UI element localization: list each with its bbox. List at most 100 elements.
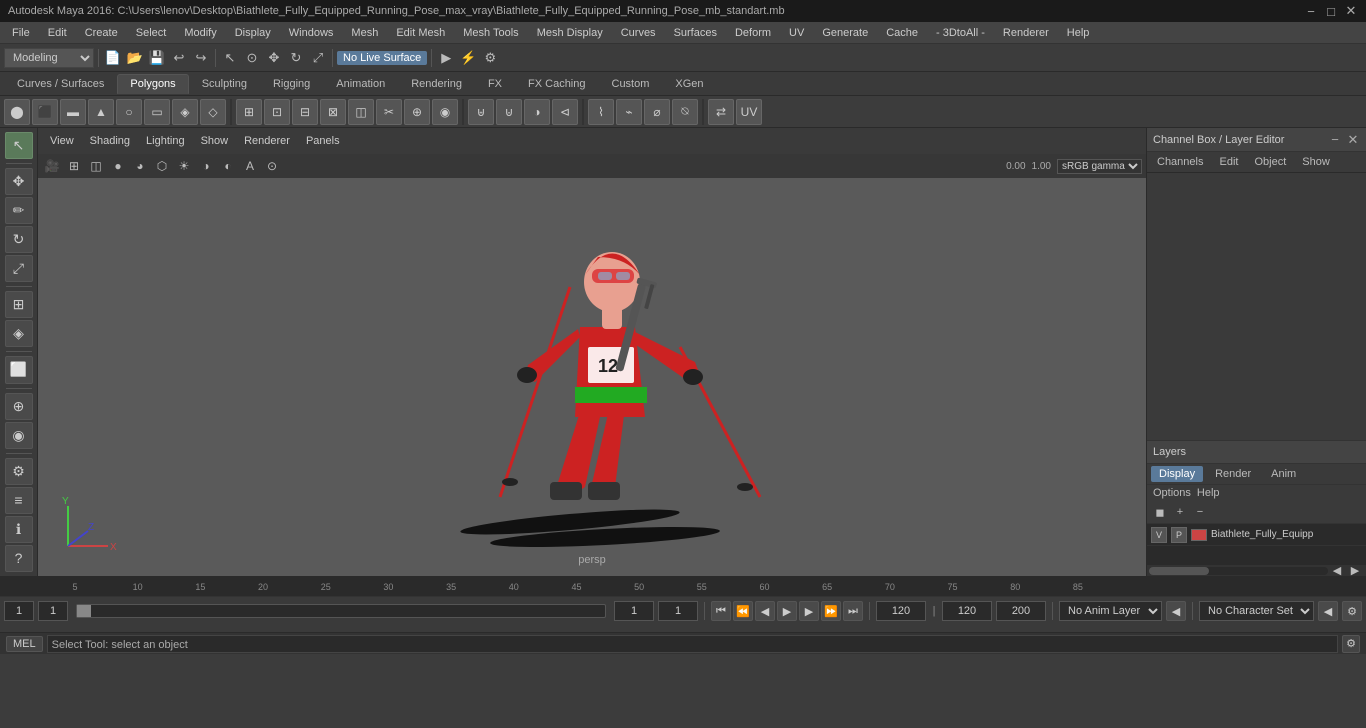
cb-tab-object[interactable]: Object: [1248, 154, 1292, 170]
tab-animation[interactable]: Animation: [323, 74, 398, 94]
menu-help[interactable]: Help: [1059, 25, 1098, 41]
menu-mesh[interactable]: Mesh: [343, 25, 386, 41]
shelf-uv[interactable]: UV: [736, 99, 762, 125]
shelf-deform4[interactable]: ⍉: [672, 99, 698, 125]
colorspace-dropdown[interactable]: sRGB gamma: [1057, 159, 1142, 174]
minimize-button[interactable]: −: [1304, 4, 1318, 18]
rotate-tool[interactable]: ↻: [5, 226, 33, 253]
vp-dof-icon[interactable]: ⊙: [262, 156, 282, 176]
scale-icon[interactable]: ⤢: [308, 48, 328, 68]
vp-wireframe-icon[interactable]: ◫: [86, 156, 106, 176]
play-thumb[interactable]: [77, 605, 91, 617]
shelf-bevel[interactable]: ⊡: [264, 99, 290, 125]
prev-frame-button[interactable]: ◀: [755, 601, 775, 621]
max-frame-field2[interactable]: [996, 601, 1046, 621]
cb-tab-channels[interactable]: Channels: [1151, 154, 1209, 170]
ipr-icon[interactable]: ⚡: [458, 48, 478, 68]
shelf-deform3[interactable]: ⌀: [644, 99, 670, 125]
vp-shadow-icon[interactable]: ◑: [196, 156, 216, 176]
cb-tab-show[interactable]: Show: [1296, 154, 1336, 170]
menu-mesh-display[interactable]: Mesh Display: [529, 25, 611, 41]
vp-camera-icon[interactable]: 🎥: [42, 156, 62, 176]
snap-tool[interactable]: ⊞: [5, 291, 33, 318]
vp-menu-panels[interactable]: Panels: [300, 133, 346, 149]
rect-select-tool[interactable]: ⬜: [5, 356, 33, 383]
vp-light-icon[interactable]: ☀: [174, 156, 194, 176]
layer-new-icon[interactable]: ◼: [1151, 503, 1169, 521]
shelf-deform2[interactable]: ⌁: [616, 99, 642, 125]
maximize-button[interactable]: □: [1324, 4, 1338, 18]
shelf-separate[interactable]: ⊍: [496, 99, 522, 125]
render-icon[interactable]: ▶: [436, 48, 456, 68]
shelf-merge[interactable]: ⊠: [320, 99, 346, 125]
menu-deform[interactable]: Deform: [727, 25, 779, 41]
lasso-icon[interactable]: ⊙: [242, 48, 262, 68]
deform-tool[interactable]: ◈: [5, 320, 33, 347]
layer-tab-anim[interactable]: Anim: [1263, 466, 1304, 482]
open-icon[interactable]: 📂: [125, 48, 145, 68]
next-frame-button[interactable]: ▶: [799, 601, 819, 621]
tab-rendering[interactable]: Rendering: [398, 74, 475, 94]
char-set-btn2[interactable]: ⚙: [1342, 601, 1362, 621]
menu-3dtall[interactable]: - 3DtoAll -: [928, 25, 993, 41]
modeling-dropdown[interactable]: Modeling: [4, 48, 94, 68]
go-end-button[interactable]: ⏭: [843, 601, 863, 621]
char-set-dropdown[interactable]: No Character Set: [1199, 601, 1314, 621]
layer-add-icon[interactable]: +: [1171, 503, 1189, 521]
vp-aa-icon[interactable]: A: [240, 156, 260, 176]
shelf-split[interactable]: ◫: [348, 99, 374, 125]
tab-fx[interactable]: FX: [475, 74, 515, 94]
info-tool[interactable]: ℹ: [5, 516, 33, 543]
move-icon[interactable]: ✥: [264, 48, 284, 68]
shelf-mirror[interactable]: ⊲: [552, 99, 578, 125]
menu-uv[interactable]: UV: [781, 25, 812, 41]
paint-tool[interactable]: ✏: [5, 197, 33, 224]
undo-icon[interactable]: ↩: [169, 48, 189, 68]
menu-generate[interactable]: Generate: [814, 25, 876, 41]
tab-polygons[interactable]: Polygons: [117, 74, 188, 94]
frame-start-field[interactable]: [4, 601, 34, 621]
layer-p-btn[interactable]: P: [1171, 527, 1187, 543]
menu-renderer[interactable]: Renderer: [995, 25, 1057, 41]
display-settings-icon[interactable]: ⚙: [480, 48, 500, 68]
next-key-button[interactable]: ⏩: [821, 601, 841, 621]
move-tool[interactable]: ✥: [5, 168, 33, 195]
channel-box-close[interactable]: ✕: [1346, 133, 1360, 147]
vp-ssao-icon[interactable]: ◐: [218, 156, 238, 176]
layer-v-btn[interactable]: V: [1151, 527, 1167, 543]
rotate-icon[interactable]: ↻: [286, 48, 306, 68]
menu-mesh-tools[interactable]: Mesh Tools: [455, 25, 526, 41]
vp-menu-show[interactable]: Show: [195, 133, 235, 149]
select-tool[interactable]: ↖: [5, 132, 33, 159]
shelf-plane[interactable]: ▭: [144, 99, 170, 125]
anim-layer-dropdown[interactable]: No Anim Layer: [1059, 601, 1162, 621]
close-button[interactable]: ✕: [1344, 4, 1358, 18]
prev-key-button[interactable]: ⏪: [733, 601, 753, 621]
shelf-deform1[interactable]: ⌇: [588, 99, 614, 125]
menu-windows[interactable]: Windows: [281, 25, 342, 41]
tab-curves-surfaces[interactable]: Curves / Surfaces: [4, 74, 117, 94]
tab-sculpting[interactable]: Sculpting: [189, 74, 260, 94]
shelf-cube[interactable]: ⬛: [32, 99, 58, 125]
vp-menu-renderer[interactable]: Renderer: [238, 133, 296, 149]
menu-file[interactable]: File: [4, 25, 38, 41]
shelf-transfer[interactable]: ⇄: [708, 99, 734, 125]
vp-menu-shading[interactable]: Shading: [84, 133, 136, 149]
lang-badge[interactable]: MEL: [6, 636, 43, 652]
settings-tool[interactable]: ⚙: [5, 458, 33, 485]
shelf-smooth[interactable]: ◉: [432, 99, 458, 125]
shelf-boolean[interactable]: ◑: [524, 99, 550, 125]
anim-layer-btn[interactable]: ◀: [1166, 601, 1186, 621]
help-tool[interactable]: ?: [5, 545, 33, 572]
cb-tab-edit[interactable]: Edit: [1213, 154, 1244, 170]
shelf-cone[interactable]: ▲: [88, 99, 114, 125]
char-set-btn1[interactable]: ◀: [1318, 601, 1338, 621]
layer-color-swatch[interactable]: [1191, 529, 1207, 541]
menu-modify[interactable]: Modify: [176, 25, 224, 41]
shelf-cylinder[interactable]: ▬: [60, 99, 86, 125]
menu-select[interactable]: Select: [128, 25, 175, 41]
scale-tool[interactable]: ⤢: [5, 255, 33, 282]
layer-scrollbar[interactable]: ◀ ▶: [1147, 564, 1366, 576]
pivot-tool[interactable]: ⊕: [5, 393, 33, 420]
tab-custom[interactable]: Custom: [599, 74, 663, 94]
